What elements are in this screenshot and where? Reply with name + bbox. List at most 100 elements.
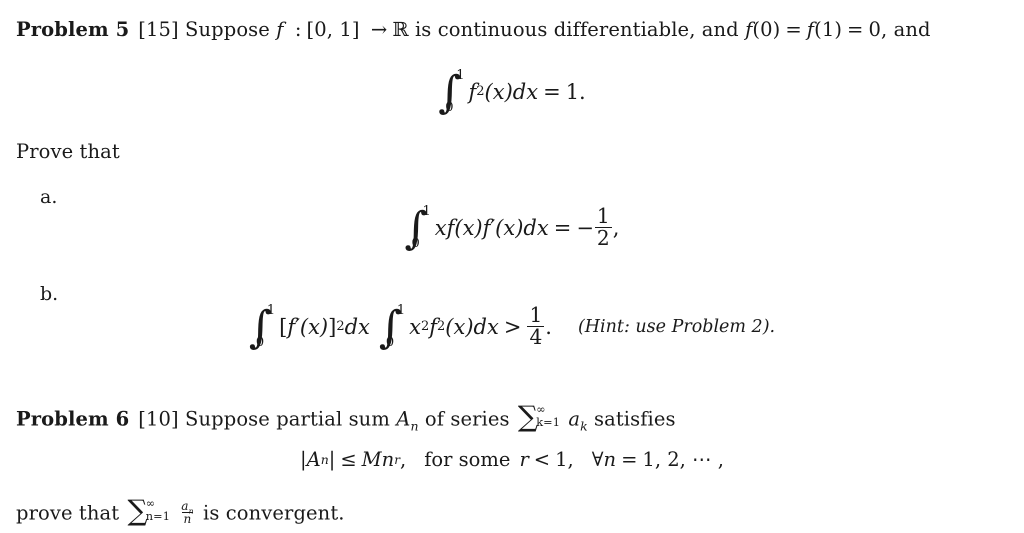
integrand-x: x [434, 216, 447, 240]
partial-sum-symbol: A [396, 407, 411, 431]
and-conjunction: and [893, 18, 931, 41]
problem-6-points: [10] [138, 407, 179, 431]
zero-value: 0, [868, 18, 888, 41]
integral-lower-limit: 0 [411, 236, 420, 251]
problem-5-heading: Problem 5 [16, 18, 130, 41]
integrand-function: f [468, 80, 477, 104]
less-than-or-equal-sign: ≤ [340, 448, 357, 471]
partial-sum-A: A [306, 448, 321, 471]
integrand-f-prime-arg: (x) [495, 216, 524, 240]
forall-variable: n [603, 448, 617, 471]
integrand-f-arg: (x) [445, 315, 474, 339]
bound-one: 1, [555, 448, 574, 471]
of-series-text: of series [424, 407, 510, 431]
f-of-zero-arg: (0) [752, 18, 781, 41]
integral-symbol: ∫ 1 0 [438, 67, 465, 119]
trailing-comma: , [612, 216, 620, 240]
equation-rhs-value: 1. [565, 80, 586, 104]
forall-symbol: ∀ [591, 448, 604, 471]
integral-lower-limit: 0 [385, 335, 395, 350]
document-page: Problem 5 [15] Suppose f : [0, 1] → ℝ is co… [0, 0, 1024, 533]
variable-r: r [519, 448, 529, 471]
equals-2: = [847, 18, 864, 41]
fraction-numerator: 1 [596, 203, 610, 228]
fraction-denominator: 2 [594, 225, 612, 250]
convergent-text: is convergent. [203, 501, 345, 525]
for-some-text: for some [424, 448, 511, 471]
sum-lower-limit: n=1 [145, 509, 170, 523]
problem-5-suppose: Suppose [185, 18, 270, 41]
less-than-sign: < [533, 448, 551, 471]
abs-bar-open: | [300, 448, 307, 471]
item-label-b: b. [40, 283, 59, 305]
differential-dx-second: dx [473, 315, 499, 339]
equation-problem-5-hypothesis: ∫ 1 0 f 2 (x) dx = 1. [438, 67, 586, 119]
f-of-one-arg: (1) [814, 18, 843, 41]
equation-problem-5-part-b: ∫ 1 0 [f′ (x)] 2 dx ∫ 1 0 x 2 f 2 (x) dx > 1 4 [248, 302, 776, 354]
problem-6-conclusion-line: prove that ∑ ∞ n=1 an n is convergent. [16, 494, 345, 528]
problem-5-condition-text: is continuous differentiable, and [414, 18, 739, 41]
problem-6-suppose: Suppose partial sum [185, 407, 390, 431]
integral-upper-limit: 1 [422, 204, 431, 219]
problem-5-points: [15] [138, 18, 179, 41]
differential-dx: dx [512, 80, 539, 104]
colon-symbol: : [294, 18, 302, 41]
satisfies-text: satisfies [594, 407, 676, 431]
fraction-numerator: an [179, 500, 195, 515]
problem-5-statement-line: Problem 5 [15] Suppose f : [0, 1] → ℝ is co… [16, 18, 931, 41]
index-values: 1, 2, ⋯ , [642, 448, 724, 471]
comma-after-bound: , [399, 448, 407, 471]
sigma-icon: ∑ [127, 494, 148, 528]
problem-6-heading: Problem 6 [16, 407, 130, 431]
integral-symbol-second: ∫ 1 0 [378, 302, 406, 354]
prove-that-lead: prove that [16, 501, 120, 525]
function-symbol-f: f [276, 18, 284, 41]
integrand-argument: (x) [484, 80, 513, 104]
partial-sum-subscript: n [410, 418, 419, 434]
summation-symbol-k: ∑ ∞ k=1 [517, 400, 561, 434]
integral-upper-limit: 1 [266, 303, 276, 318]
equation-problem-6-condition: | An | ≤ Mnr, for some r <1, ∀ n = 1, 2, ⋯ , [300, 448, 724, 471]
arrow-icon: → [370, 18, 388, 41]
problem-6-statement-line: Problem 6 [10] Suppose partial sum An of … [16, 400, 676, 434]
f-prime-symbol: f′ [287, 315, 300, 339]
equals-1: = [785, 18, 802, 41]
f-prime-arg: (x) [299, 315, 329, 339]
equals-sign: = [621, 448, 638, 471]
greater-than-sign: > [503, 315, 522, 339]
fraction-denominator: n [181, 512, 194, 527]
series-term-subscript: k [580, 418, 588, 434]
sum-lower-limit: k=1 [536, 415, 561, 429]
constant-M: M [361, 448, 382, 471]
hint-text: (Hint: use Problem 2). [577, 317, 776, 337]
fraction-denominator: 4 [527, 324, 545, 349]
fraction-numerator: 1 [529, 302, 543, 327]
integral-lower-limit: 0 [255, 335, 265, 350]
minus-sign: − [576, 216, 594, 240]
prove-that-label: Prove that [16, 140, 120, 163]
summation-symbol-n: ∑ ∞ n=1 [127, 494, 170, 528]
integral-symbol: ∫ 1 0 [404, 203, 431, 255]
f-of-one-symbol: f [806, 18, 815, 41]
equals-sign: = [543, 80, 561, 104]
integrand-f-squared-base: f [429, 315, 438, 339]
sigma-icon: ∑ [517, 400, 539, 434]
variable-n: n [381, 448, 395, 471]
abs-bar-close: | [328, 448, 336, 471]
differential-dx-first: dx [344, 315, 370, 339]
domain-interval: [0, 1] [306, 18, 360, 41]
integrand-f: f [446, 216, 455, 240]
integral-lower-limit: 0 [445, 100, 454, 115]
bracket-close: ] [328, 315, 337, 339]
integral-upper-limit: 1 [396, 303, 406, 318]
equals-sign: = [553, 216, 572, 240]
integral-symbol-first: ∫ 1 0 [248, 302, 276, 354]
integral-upper-limit: 1 [456, 68, 465, 83]
differential-dx: dx [523, 216, 549, 240]
item-label-a: a. [40, 186, 58, 208]
fraction-one-quarter: 1 4 [527, 302, 545, 349]
fraction-one-half: 1 2 [594, 203, 612, 250]
codomain-reals: ℝ [392, 18, 409, 41]
equation-problem-5-part-a: ∫ 1 0 x f (x) f′ (x) dx = − 1 2 , [0, 203, 1024, 255]
series-term: a [568, 407, 581, 431]
